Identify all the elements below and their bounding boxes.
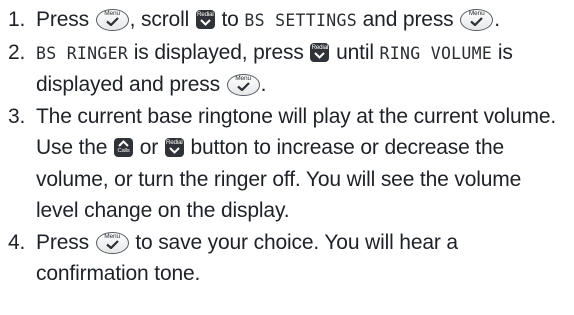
step-text: button to increase or decrease the volum… <box>36 136 522 222</box>
display-text-bs-ringer: BS RINGER <box>36 43 129 63</box>
step-text: to <box>221 8 239 31</box>
menu-key-icon: Menu <box>95 231 129 254</box>
redial-key-label: Redial <box>311 43 329 51</box>
menu-key-icon: Menu <box>460 9 494 31</box>
menu-key-label: Menu <box>235 75 251 82</box>
step-text: or <box>139 136 159 159</box>
step-number: 3. <box>8 104 26 128</box>
checkmark-icon <box>105 17 119 26</box>
menu-key-label: Menu <box>468 10 485 17</box>
redial-key-icon: Redial <box>164 138 184 157</box>
step-text: until <box>336 40 374 64</box>
step-text: , scroll <box>129 8 190 31</box>
redial-key-icon: Redial <box>195 10 215 29</box>
checkmark-icon <box>236 82 250 91</box>
step-text: Press <box>36 230 89 254</box>
checkmark-icon <box>105 239 119 249</box>
chevron-down-icon <box>169 147 180 154</box>
step-4: 4. Press Menu to save your choice. You w… <box>6 227 568 290</box>
redial-key-icon: Redial <box>310 42 330 62</box>
checkmark-icon <box>470 17 483 26</box>
redial-key-label: Redial <box>165 139 183 146</box>
menu-key-label: Menu <box>104 232 120 240</box>
step-text: is displayed, press <box>133 40 304 64</box>
step-text: Press <box>36 8 89 31</box>
instruction-page: 1. Press Menu , scroll Redial to BS SETT… <box>0 0 574 315</box>
chevron-down-icon <box>314 51 326 59</box>
calls-key-label: Calls <box>117 148 130 154</box>
step-number: 4. <box>8 230 26 254</box>
menu-key-icon: Menu <box>226 74 260 96</box>
menu-key-icon: Menu <box>95 9 129 31</box>
display-text-ring-volume: RING VOLUME <box>379 43 493 63</box>
step-text: . <box>494 8 500 31</box>
redial-key-label: Redial <box>196 11 214 18</box>
steps-list: 1. Press Menu , scroll Redial to BS SETT… <box>6 4 568 290</box>
step-number: 1. <box>8 8 26 31</box>
menu-key-label: Menu <box>104 10 120 17</box>
step-text: . <box>260 73 267 96</box>
step-number: 2. <box>8 40 26 64</box>
display-text-bs-settings: BS SETTINGS <box>244 11 357 30</box>
step-text: and press <box>362 8 454 31</box>
calls-key-icon: Calls <box>114 138 134 157</box>
step-3: 3. The current base ringtone will play a… <box>6 101 568 227</box>
chevron-up-icon <box>118 140 129 147</box>
step-1: 1. Press Menu , scroll Redial to BS SETT… <box>6 4 568 37</box>
step-2: 2. BS RINGER is displayed, press Redial … <box>6 37 568 101</box>
chevron-down-icon <box>200 19 211 26</box>
